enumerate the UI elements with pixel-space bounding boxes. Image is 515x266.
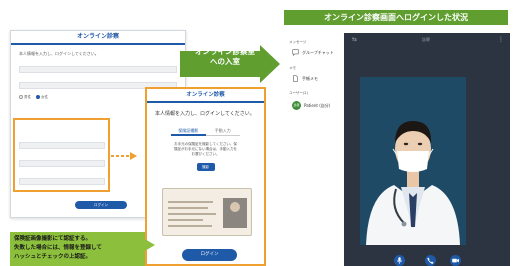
sidebar-item-group-chat[interactable]: グループチャット	[292, 49, 334, 56]
text-input[interactable]	[19, 160, 105, 167]
chat-bubble-icon	[292, 49, 299, 56]
sidebar-section-messages: メッセージ	[289, 40, 307, 44]
authentication-callout: 保険証画像撮影にて認証する。 失敗した場合には、情報を登録して ハッシュとチェッ…	[10, 232, 145, 266]
photo-instructions: お手元の保険証を撮影してください。保険証がお手元にない場合は、手動入力をお選びく…	[174, 142, 237, 156]
form-submit-button[interactable]: ログイン	[75, 201, 127, 209]
phone-intro-text: 本人情報を入力し、ログインしてください。	[155, 111, 255, 117]
insurance-card-image	[162, 188, 252, 236]
form-title: オンライン診察	[11, 31, 185, 45]
sidebar-item-memo[interactable]: 手帳メモ	[292, 75, 318, 82]
form-intro-text: 本人情報を入力し、ログインしてください。	[19, 51, 99, 56]
hangup-button[interactable]	[425, 255, 436, 266]
phone-title: オンライン診察	[147, 89, 264, 103]
id-card-portrait	[223, 198, 247, 228]
app-topbar: ⇆ 診察 ⋮	[344, 33, 510, 47]
microphone-button[interactable]	[394, 255, 405, 266]
doctor-portrait	[360, 77, 466, 245]
microphone-icon	[396, 257, 403, 264]
right-panel-title: オンライン診察画面へログインした状況	[284, 10, 508, 25]
text-input[interactable]	[19, 178, 105, 185]
phone-tabs: 保険証撮影 手動入力	[171, 127, 240, 136]
sidebar-section-users: ユーザー(2)	[289, 91, 308, 95]
login-button[interactable]: ログイン	[182, 249, 237, 261]
app-sidebar: メッセージ グループチャット メモ 手帳メモ ユーザー(2) 患者 Patien…	[284, 33, 344, 266]
text-input[interactable]	[19, 66, 177, 73]
video-camera-icon	[452, 258, 459, 263]
sidebar-item-user[interactable]: 患者 Patient (自分)	[292, 101, 330, 110]
insurance-card-section-highlight	[13, 118, 110, 192]
room-title: 診察	[422, 37, 430, 42]
text-input[interactable]	[19, 142, 105, 149]
tab-manual-input[interactable]: 手動入力	[205, 127, 240, 136]
radio-option-female[interactable]: 女性	[36, 95, 48, 100]
sidebar-section-memo: メモ	[289, 66, 296, 70]
entry-arrow-label: オンライン診察室 への入室	[195, 47, 255, 66]
tab-insurance-photo[interactable]: 保険証撮影	[171, 127, 206, 136]
camera-button[interactable]	[450, 255, 461, 266]
more-options-icon[interactable]: ⋮	[498, 36, 504, 43]
document-icon	[293, 75, 298, 82]
phone-icon	[427, 257, 434, 264]
form-field[interactable]	[19, 61, 177, 73]
radio-option-male[interactable]: 男性	[19, 95, 31, 100]
callout-pointer	[143, 238, 155, 252]
arrow-right-icon	[111, 152, 137, 160]
avatar: 患者	[292, 101, 301, 110]
video-consultation-app: メッセージ グループチャット メモ 手帳メモ ユーザー(2) 患者 Patien…	[284, 33, 510, 266]
shoot-button[interactable]: 撮影	[196, 163, 215, 171]
mobile-login-screen: オンライン診察 本人情報を入力し、ログインしてください。 保険証撮影 手動入力 …	[145, 87, 266, 266]
swap-icon[interactable]: ⇆	[352, 36, 357, 43]
doctor-video-feed	[360, 77, 466, 245]
